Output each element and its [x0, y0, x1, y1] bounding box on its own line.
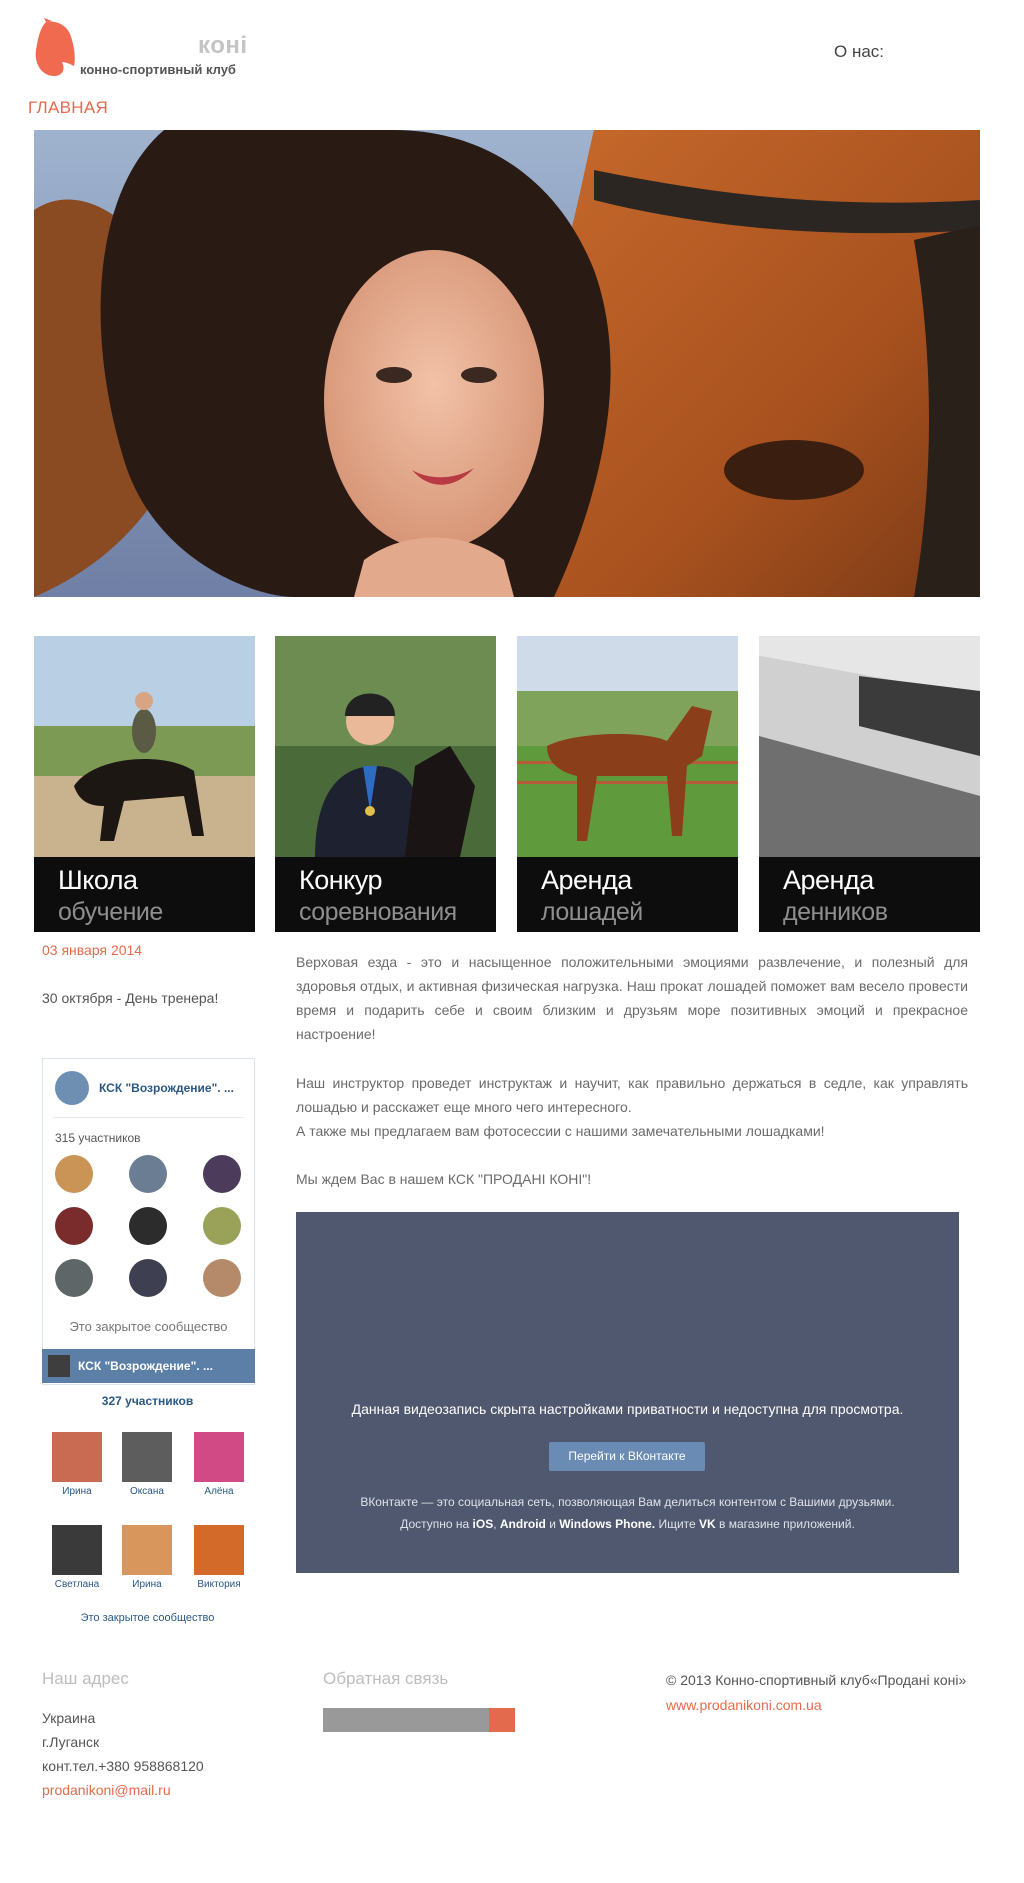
hero-image [34, 130, 980, 597]
member-photo [52, 1432, 102, 1482]
news-item[interactable]: 30 октября - День тренера! [42, 990, 218, 1006]
vk-video-embed: Данная видеозапись скрыта настройками пр… [296, 1212, 959, 1573]
tile-subtitle: лошадей [541, 898, 643, 926]
tile-show-jumping[interactable]: Конкур соревнования [275, 636, 496, 932]
member-avatar[interactable] [55, 1259, 93, 1297]
news-date: 03 января 2014 [42, 942, 143, 958]
closed-community-note: Это закрытое сообщество [80, 1612, 215, 1624]
members-count: 327 участников [101, 1394, 194, 1408]
address-city: г.Луганск [42, 1734, 100, 1750]
member-photo [194, 1525, 244, 1575]
group-bar-label: КСК "Возрождение". ... [78, 1359, 213, 1373]
tile-subtitle: соревнования [299, 898, 457, 926]
member-name: Ирина [62, 1486, 92, 1497]
member-name: Алёна [204, 1486, 234, 1497]
feedback-input[interactable] [323, 1708, 515, 1732]
tile-title: Аренда [541, 865, 632, 895]
copyright: © 2013 Конно-спортивный клуб«Продані кон… [666, 1672, 967, 1688]
member-avatar[interactable] [203, 1207, 241, 1245]
member-avatar[interactable] [55, 1207, 93, 1245]
tile-show-jumping-image [275, 636, 496, 857]
welcome-paragraph: Мы ждем Вас в нашем КСК "ПРОДАНІ КОНІ"! [296, 1171, 592, 1187]
member-avatar[interactable] [129, 1155, 167, 1193]
tile-horse-rental[interactable]: Аренда лошадей [517, 636, 738, 932]
group-footer-bar[interactable]: КСК "Возрождение". ... [42, 1349, 255, 1383]
group-thumbnail [48, 1355, 70, 1377]
member-card[interactable]: Оксана [117, 1432, 177, 1497]
tile-title: Конкур [299, 865, 382, 895]
address-heading: Наш адрес [42, 1669, 129, 1688]
feedback-heading: Обратная связь [323, 1669, 449, 1688]
tile-title: Аренда [783, 865, 874, 895]
members-count: 315 участников [55, 1131, 141, 1145]
tile-caption: Школа обучение [34, 857, 255, 932]
video-private-message: Данная видеозапись скрыта настройками пр… [351, 1401, 904, 1417]
nav-about-link[interactable]: О нас: [834, 42, 884, 62]
tile-caption: Аренда денников [759, 857, 980, 932]
member-card[interactable]: Виктория [189, 1525, 249, 1590]
tile-horse-rental-image [517, 636, 738, 857]
go-to-vk-button[interactable]: Перейти к ВКонтакте [549, 1442, 705, 1471]
member-name: Светлана [54, 1579, 100, 1590]
nav-home-link[interactable]: ГЛАВНАЯ [28, 98, 108, 118]
intro-paragraph: Верховая езда - это и насыщенное положит… [296, 954, 968, 1042]
instructor-paragraph: Наш инструктор проведет инструктаж и нау… [296, 1075, 968, 1115]
divider [53, 1117, 244, 1118]
tile-title: Школа [58, 865, 138, 895]
closed-community-note: Это закрытое сообщество [69, 1319, 228, 1334]
tile-subtitle: денников [783, 898, 888, 926]
vk-description: ВКонтакте — это социальная сеть, позволя… [360, 1495, 895, 1509]
tile-school[interactable]: Школа обучение [34, 636, 255, 932]
tile-stall-rental-image [759, 636, 980, 857]
site-link[interactable]: www.prodanikoni.com.ua [666, 1697, 822, 1713]
member-name: Оксана [130, 1486, 164, 1497]
tile-subtitle: обучение [58, 898, 163, 926]
brand-name[interactable]: коні [198, 32, 248, 60]
vk-group-widget: КСК "Возрождение". ... 315 участников Эт… [42, 1058, 255, 1385]
feedback-submit-button[interactable] [489, 1708, 515, 1732]
vk-apps-note: Доступно на iOS, Android и Windows Phone… [400, 1517, 855, 1531]
member-avatar[interactable] [129, 1259, 167, 1297]
member-card[interactable]: Ирина [117, 1525, 177, 1590]
member-card[interactable]: Алёна [189, 1432, 249, 1497]
member-photo [122, 1525, 172, 1575]
group-title-link[interactable]: КСК "Возрождение". ... [99, 1081, 234, 1095]
tile-caption: Аренда лошадей [517, 857, 738, 932]
member-avatar[interactable] [203, 1259, 241, 1297]
member-avatar[interactable] [55, 1155, 93, 1193]
member-photo [52, 1525, 102, 1575]
member-photo [122, 1432, 172, 1482]
member-avatar[interactable] [203, 1155, 241, 1193]
photoshoot-paragraph: А также мы предлагаем вам фотосессии с н… [296, 1123, 825, 1139]
member-name: Ирина [132, 1579, 162, 1590]
member-card[interactable]: Ирина [47, 1432, 107, 1497]
tile-school-image [34, 636, 255, 857]
address-country: Украина [42, 1710, 96, 1726]
tile-caption: Конкур соревнования [275, 857, 496, 932]
member-avatar[interactable] [129, 1207, 167, 1245]
tile-stall-rental[interactable]: Аренда денников [759, 636, 980, 932]
horse-logo-icon[interactable] [32, 18, 80, 78]
contact-email-link[interactable]: prodanikoni@mail.ru [42, 1782, 171, 1798]
group-avatar[interactable] [55, 1071, 89, 1105]
member-photo [194, 1432, 244, 1482]
brand-subtitle: конно-спортивный клуб [80, 62, 236, 77]
member-card[interactable]: Светлана [47, 1525, 107, 1590]
member-name: Виктория [197, 1579, 241, 1590]
contact-phone: конт.тел.+380 958868120 [42, 1758, 204, 1774]
